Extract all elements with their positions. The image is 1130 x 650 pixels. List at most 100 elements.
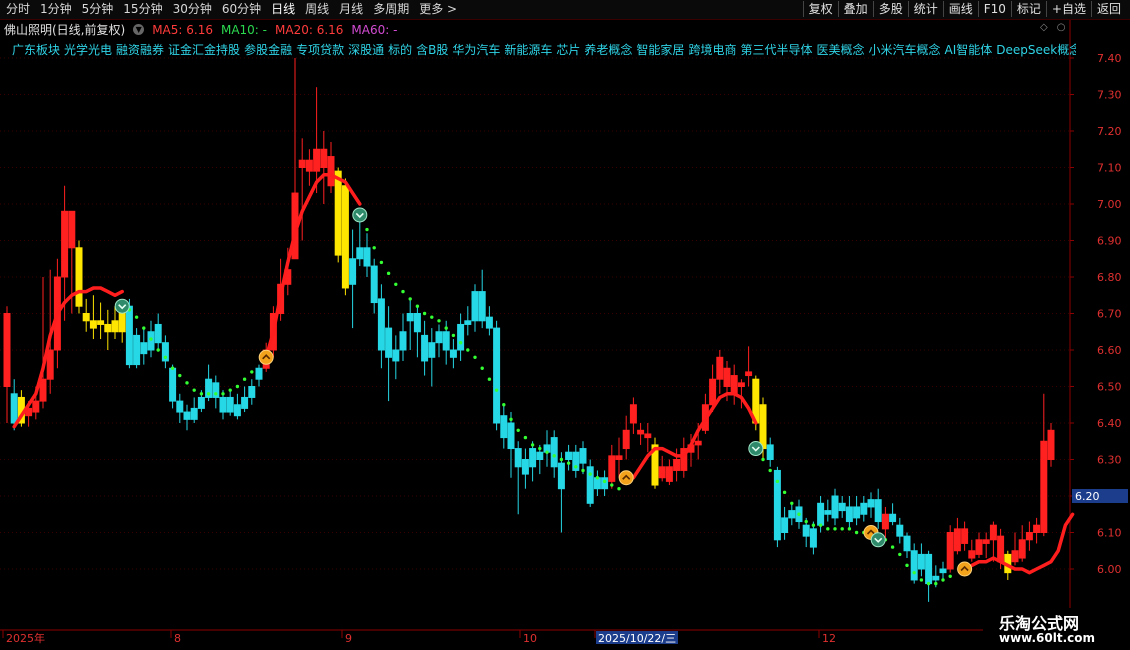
candle-body <box>147 331 155 351</box>
trail-dot <box>948 574 952 578</box>
trail-dot <box>545 450 549 454</box>
trail-dot <box>833 527 837 531</box>
x-tick-label: 12 <box>822 632 836 645</box>
trail-dot <box>430 315 434 319</box>
concept-tag[interactable]: 深股通 <box>348 43 384 57</box>
candle-body <box>39 378 47 402</box>
candle-body <box>896 524 904 537</box>
concept-tag[interactable]: 养老概念 <box>584 43 632 57</box>
trail-dot <box>919 578 924 582</box>
concept-tag[interactable]: 融资融券 <box>116 43 164 57</box>
concept-tag[interactable]: DeepSeek概念 <box>996 43 1076 57</box>
trail-dot <box>228 388 232 392</box>
trail-dot <box>595 476 600 480</box>
candle-body <box>111 320 119 333</box>
trail-dot <box>581 468 585 473</box>
candle-body <box>694 440 702 446</box>
x-tick-label: 2025年 <box>6 631 45 645</box>
trail-dot <box>530 443 535 447</box>
trail-dot <box>250 370 254 374</box>
candle-body <box>946 532 954 570</box>
candle-body <box>845 506 853 523</box>
y-tick-label: 6.30 <box>1097 454 1122 467</box>
y-tick-label: 6.00 <box>1097 563 1122 576</box>
candle-body <box>925 553 933 585</box>
concept-tag[interactable]: 证金汇金持股 <box>168 43 240 57</box>
concept-tag[interactable]: 小米汽车概念 <box>868 43 940 57</box>
trail-dot <box>797 512 801 516</box>
candle-body <box>615 455 623 461</box>
concept-tag[interactable]: 专项贷款 <box>296 43 344 57</box>
settings-icon[interactable]: ○ <box>1057 22 1066 33</box>
candle-body <box>334 170 342 256</box>
candle-body <box>939 568 947 574</box>
candle-body <box>176 400 184 413</box>
trail-dot <box>170 366 175 370</box>
concept-tag[interactable]: 光学光电 <box>64 43 112 57</box>
diamond-icon[interactable]: ◇ <box>1040 22 1048 33</box>
concept-tag[interactable]: 智能家居 <box>636 43 684 57</box>
candle-body <box>82 313 90 322</box>
candle-body <box>881 513 889 530</box>
candle-body <box>802 524 810 537</box>
trail-dot <box>480 366 484 370</box>
candle-body <box>428 342 436 358</box>
trail-dot <box>458 341 463 345</box>
candle-body <box>183 411 191 420</box>
concept-tags: 广东板块 光学光电 融资融券 证金汇金持股 参股金融 专项贷款 深股通 标的 含B股 华为汽车 新能… <box>12 41 1076 58</box>
concept-tag[interactable]: 第三代半导体 <box>740 43 812 57</box>
trail-dot <box>538 446 542 451</box>
concept-tag[interactable]: AI智能体 <box>945 43 993 57</box>
kline-chart[interactable]: 7.40 7.30 7.20 7.10 7.00 6.90 6.80 6.70 6.60 6.50… <box>0 0 1130 650</box>
trail-dot <box>415 304 420 308</box>
y-tick-label: 6.10 <box>1097 527 1122 540</box>
ma10-value: MA10: - <box>220 22 267 37</box>
candle-body <box>917 553 925 570</box>
candle-body <box>514 448 522 468</box>
trail-dot <box>934 581 938 586</box>
chevron-down-icon[interactable]: ▼ <box>133 24 145 35</box>
y-tick-label: 6.70 <box>1097 308 1122 321</box>
y-tick-label: 7.30 <box>1097 89 1122 102</box>
trail-dot <box>394 282 398 286</box>
candle-body <box>867 499 875 508</box>
candle-body <box>305 159 313 172</box>
concept-tag[interactable]: 参股金融 <box>244 43 292 57</box>
candle-body <box>903 535 911 552</box>
y-tick-label: 7.20 <box>1097 125 1122 138</box>
candle-body <box>493 327 501 424</box>
concept-tag[interactable]: 芯片 <box>556 43 580 57</box>
trail-dot <box>185 381 189 385</box>
concept-tag[interactable]: 含B股 <box>416 43 448 57</box>
candle-body <box>233 404 241 417</box>
trail-dot <box>494 388 499 392</box>
trail-dot <box>509 417 513 422</box>
candle-body <box>874 499 882 523</box>
candle-body <box>961 528 969 544</box>
candle-body <box>385 327 393 358</box>
trail-dot <box>372 246 376 250</box>
trail-dot <box>156 348 160 352</box>
trail-dot <box>761 457 765 462</box>
concept-tag[interactable]: 标的 <box>388 43 412 57</box>
candle-body <box>838 502 846 512</box>
candle-body <box>716 356 724 380</box>
candle-body <box>75 247 83 307</box>
trail-dot <box>386 271 391 276</box>
concept-tag[interactable]: 新能源车 <box>504 43 552 57</box>
candle-body <box>975 539 983 555</box>
sell-signal-icon <box>870 532 886 548</box>
trail-dot <box>516 428 520 432</box>
trail-dot <box>365 227 369 232</box>
y-tick-label: 6.40 <box>1097 417 1122 430</box>
concept-tag[interactable]: 医美概念 <box>816 43 864 57</box>
concept-tag[interactable]: 华为汽车 <box>452 43 500 57</box>
candle-body <box>622 429 630 450</box>
trail-dot <box>602 479 607 484</box>
ma-line <box>12 286 124 429</box>
concept-tag[interactable]: 广东板块 <box>12 43 60 57</box>
concept-tag[interactable]: 跨境电商 <box>688 43 736 57</box>
candle-body <box>485 316 493 329</box>
trail-dot <box>898 552 902 557</box>
candle-body <box>889 513 897 523</box>
